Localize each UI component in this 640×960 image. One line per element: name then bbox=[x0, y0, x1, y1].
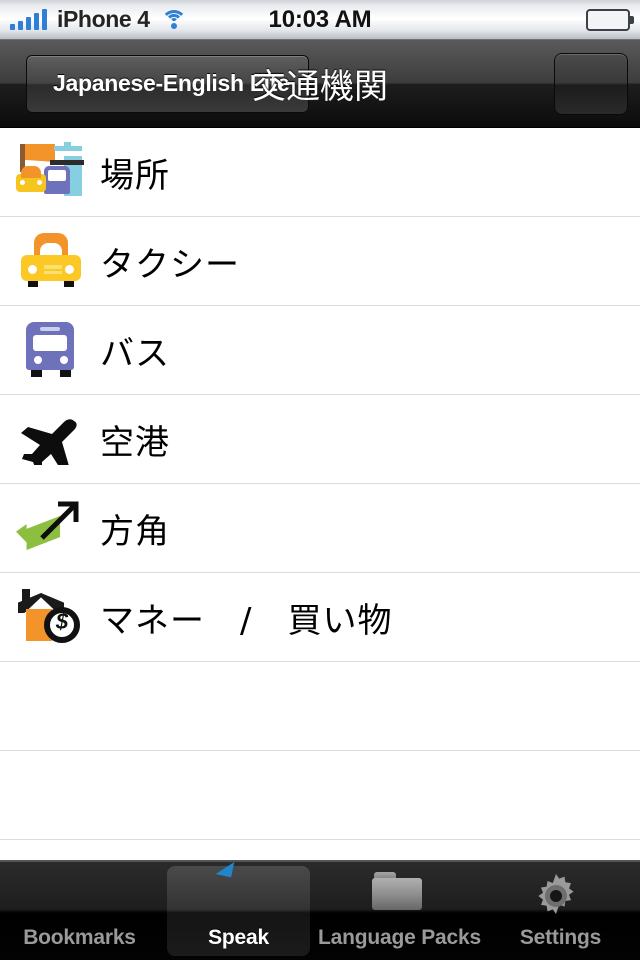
battery-full-icon bbox=[586, 8, 634, 31]
tab-settings[interactable]: Settings bbox=[481, 862, 640, 960]
signal-bars-icon bbox=[10, 8, 47, 30]
tab-language-packs[interactable]: Language Packs bbox=[318, 862, 481, 960]
list-item[interactable]: バス bbox=[0, 306, 640, 395]
tab-bar: Bookmarks Speak Language Packs Settings bbox=[0, 860, 640, 960]
status-bar-right bbox=[586, 8, 634, 31]
status-bar: iPhone 4 10:03 AM bbox=[0, 0, 640, 40]
bookmark-button[interactable] bbox=[554, 52, 628, 115]
list-item[interactable]: マネー / 買い物 bbox=[0, 573, 640, 662]
bus-icon bbox=[14, 318, 88, 382]
list-item[interactable]: 場所 bbox=[0, 128, 640, 217]
list-item-label: 空港 bbox=[100, 422, 170, 463]
list-item-label: 場所 bbox=[100, 155, 170, 196]
tab-speak[interactable]: Speak bbox=[159, 862, 318, 960]
list-item-empty bbox=[0, 751, 640, 840]
money-shopping-icon bbox=[14, 585, 88, 649]
airplane-icon bbox=[14, 407, 88, 471]
category-list: 場所 タクシー バス 空港 方角 $ マネー / 買い物 bbox=[0, 128, 640, 860]
carrier-label: iPhone 4 bbox=[57, 6, 150, 32]
tab-label: Language Packs bbox=[318, 926, 481, 949]
places-icon bbox=[14, 140, 88, 204]
app-root: iPhone 4 10:03 AM Japanese-English Lite … bbox=[0, 0, 640, 960]
list-item-empty bbox=[0, 662, 640, 751]
directions-arrow-icon bbox=[14, 496, 88, 560]
tab-label: Bookmarks bbox=[23, 926, 136, 949]
bookmark-ribbon-icon bbox=[569, 60, 612, 108]
tab-label: Speak bbox=[208, 926, 269, 949]
list-item-label: タクシー bbox=[100, 244, 240, 285]
tab-label: Settings bbox=[519, 926, 602, 949]
list-item-label: 方角 bbox=[100, 511, 170, 552]
wifi-icon bbox=[160, 9, 188, 31]
taxi-icon bbox=[14, 229, 88, 293]
tab-bookmarks[interactable]: Bookmarks bbox=[0, 862, 159, 960]
nav-bar: Japanese-English Lite 交通機関 bbox=[0, 40, 640, 128]
list-item[interactable]: 空港 bbox=[0, 395, 640, 484]
list-item-label: マネー / 買い物 bbox=[100, 600, 393, 641]
list-item[interactable]: タクシー bbox=[0, 217, 640, 306]
back-button[interactable]: Japanese-English Lite bbox=[26, 54, 309, 113]
list-item-empty bbox=[0, 840, 640, 860]
list-item-label: バス bbox=[100, 333, 170, 374]
status-bar-left: iPhone 4 bbox=[10, 6, 188, 33]
list-item[interactable]: 方角 bbox=[0, 484, 640, 573]
